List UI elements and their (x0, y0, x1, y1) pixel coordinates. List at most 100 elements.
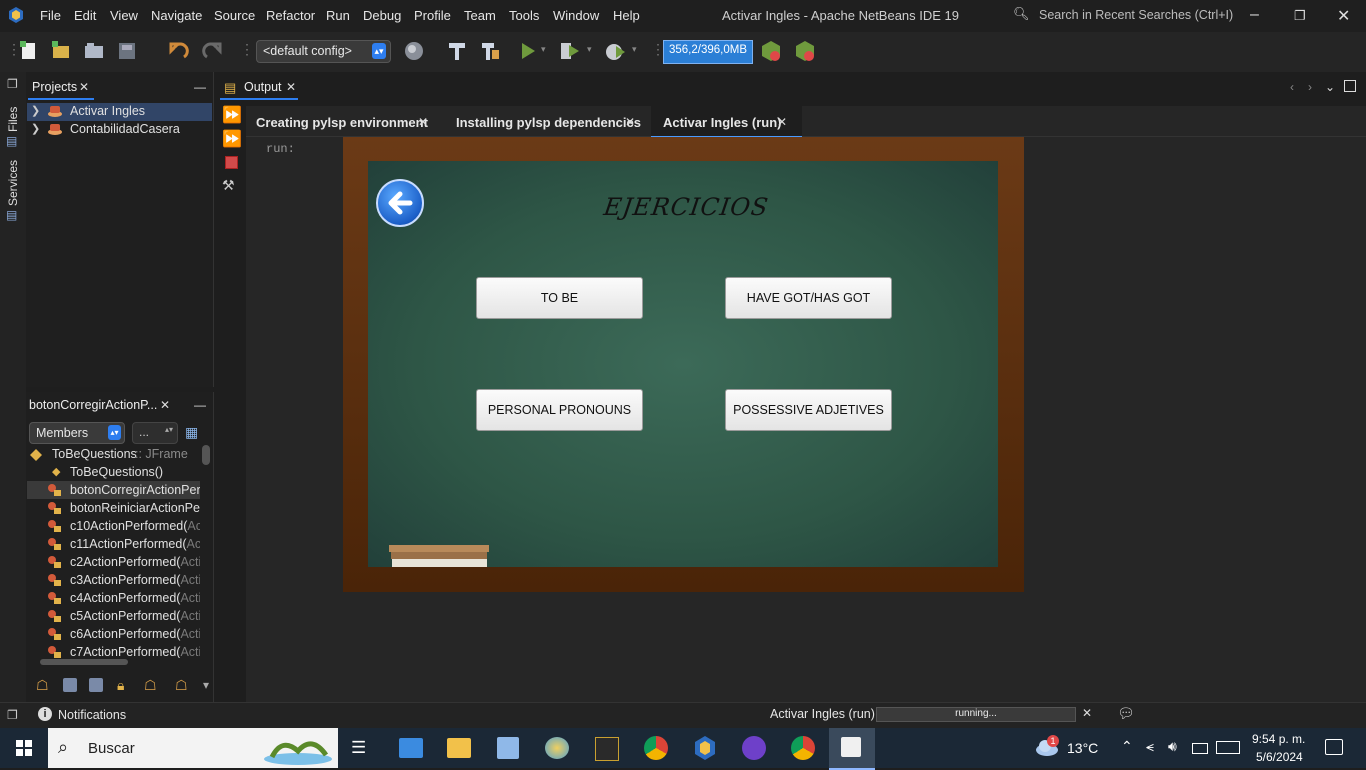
filter-inherited-icon[interactable]: ☖ (36, 677, 49, 694)
menu-tools[interactable]: Tools (509, 8, 539, 23)
navigator-tab[interactable]: botonCorregirActionP... (29, 398, 157, 412)
filter-fields-icon[interactable] (63, 678, 77, 692)
game-star-icon[interactable] (595, 737, 619, 761)
nav-member[interactable]: c3ActionPerformed(Acti (70, 573, 200, 587)
nav-member[interactable]: botonReiniciarActionPer (70, 501, 200, 515)
search-input-placeholder[interactable]: Search in Recent Searches (Ctrl+I) (1039, 8, 1233, 22)
photos-icon[interactable] (497, 737, 519, 759)
rerun-icon[interactable]: ⏩ (222, 105, 242, 125)
windows-start-icon[interactable] (16, 740, 32, 756)
filter-static-icon[interactable] (89, 678, 103, 692)
close-icon[interactable]: ✕ (286, 80, 296, 94)
navigator-horizontal-scrollbar[interactable] (40, 659, 128, 665)
nav-member[interactable]: c7ActionPerformed(Acti (70, 645, 200, 658)
close-icon[interactable]: ✕ (777, 115, 787, 129)
memory-indicator[interactable]: 356,2/396,0MB (663, 40, 753, 64)
project-item-activar-ingles[interactable]: Activar Ingles (70, 104, 145, 122)
minimize-panel-icon[interactable]: — (194, 398, 206, 412)
profile-dropdown-chevron-icon[interactable]: ▾ (632, 44, 637, 55)
nav-member[interactable]: botonCorregirActionPerf (70, 483, 200, 497)
menu-view[interactable]: View (110, 8, 138, 23)
scroll-left-icon[interactable]: ‹ (1290, 80, 1294, 94)
profile-project-icon[interactable] (604, 40, 626, 62)
github-icon[interactable] (742, 736, 766, 760)
debug-dropdown-chevron-icon[interactable]: ▾ (587, 44, 592, 55)
subtab-activar-ingles-run[interactable]: Activar Ingles (run) (663, 115, 781, 130)
close-icon[interactable]: ✕ (1337, 6, 1350, 26)
clock-date[interactable]: 5/6/2024 (1256, 750, 1303, 764)
chrome-icon[interactable] (644, 736, 668, 760)
profiler-snapshot-icon[interactable] (794, 40, 816, 62)
notification-bubble-icon[interactable]: 💬︎ (1117, 705, 1135, 722)
nav-member[interactable]: ToBeQuestions() (70, 465, 200, 479)
filter-private-lock-icon[interactable]: 🔒︎ (117, 677, 124, 694)
nav-member[interactable]: c2ActionPerformed(Acti (70, 555, 200, 569)
chevron-right-icon[interactable]: ❯ (31, 122, 40, 135)
subtab-installing-pylsp[interactable]: Installing pylsp dependencies (456, 115, 641, 130)
menu-navigate[interactable]: Navigate (151, 8, 202, 23)
menu-refactor[interactable]: Refactor (266, 8, 315, 23)
new-file-icon[interactable] (18, 40, 40, 62)
menu-window[interactable]: Window (553, 8, 599, 23)
redo-icon[interactable] (201, 40, 223, 62)
battery-icon[interactable] (1192, 743, 1208, 754)
menu-debug[interactable]: Debug (363, 8, 401, 23)
mail-icon[interactable] (399, 738, 423, 758)
back-button[interactable] (376, 179, 424, 227)
save-all-icon[interactable] (116, 40, 138, 62)
close-icon[interactable]: ✕ (625, 115, 635, 129)
chevron-up-icon[interactable]: ⌃ (1121, 738, 1133, 755)
menu-profile[interactable]: Profile (414, 8, 451, 23)
have-got-button[interactable]: HAVE GOT/HAS GOT (725, 277, 892, 319)
navigator-vertical-scrollbar[interactable] (202, 445, 210, 465)
menu-file[interactable]: File (40, 8, 61, 23)
rerun-with-options-icon[interactable]: ⏩ (222, 129, 242, 149)
open-project-icon[interactable] (83, 40, 105, 62)
cancel-task-close-icon[interactable]: ✕ (1082, 706, 1092, 720)
clock-time[interactable]: 9:54 p. m. (1252, 732, 1305, 746)
nav-member[interactable]: c4ActionPerformed(Acti (70, 591, 200, 605)
close-icon[interactable]: ✕ (160, 398, 170, 412)
files-side-tab[interactable]: Files (6, 107, 20, 132)
settings-wrench-icon[interactable]: ⚒ (222, 177, 235, 194)
clean-build-icon[interactable] (479, 40, 501, 62)
stop-icon[interactable] (225, 156, 238, 169)
volume-icon[interactable]: 🔊︎ (1168, 738, 1177, 755)
project-item-contabilidad[interactable]: ContabilidadCasera (70, 122, 180, 140)
possessive-adjetives-button[interactable]: POSSESSIVE ADJETIVES (725, 389, 892, 431)
gc-icon[interactable] (760, 40, 782, 62)
to-be-button[interactable]: TO BE (476, 277, 643, 319)
menu-team[interactable]: Team (464, 8, 496, 23)
navigator-secondary-select[interactable]: ... ▴▾ (132, 422, 178, 444)
members-filter-select[interactable]: Members ▴▾ (29, 422, 125, 444)
navigator-options-icon[interactable]: ▦ (185, 424, 198, 441)
more-chevron-icon[interactable]: ▾ (203, 678, 209, 692)
nav-member[interactable]: c6ActionPerformed(Acti (70, 627, 200, 641)
maximize-icon[interactable] (1344, 80, 1356, 92)
menu-edit[interactable]: Edit (74, 8, 96, 23)
minimize-panel-icon[interactable]: — (194, 80, 206, 94)
menu-source[interactable]: Source (214, 8, 255, 23)
build-hammer-icon[interactable] (446, 40, 468, 62)
window-mode-icon[interactable]: ❐ (7, 708, 18, 722)
chevron-down-icon[interactable]: ⌄ (1325, 80, 1335, 94)
java-app-taskbar-active[interactable] (829, 728, 875, 770)
task-view-icon[interactable]: ☰ (351, 738, 366, 758)
close-icon[interactable]: ✕ (418, 115, 428, 129)
subtab-creating-pylsp[interactable]: Creating pylsp environment (256, 115, 428, 130)
file-explorer-icon[interactable] (447, 738, 471, 758)
paint-icon[interactable] (545, 737, 569, 759)
close-icon[interactable]: ✕ (79, 80, 89, 94)
chevron-right-icon[interactable]: ❯ (31, 104, 40, 117)
window-mode-icon[interactable]: ❐ (7, 77, 18, 91)
sort-icon[interactable]: ☖ (175, 677, 188, 694)
scroll-right-icon[interactable]: › (1308, 80, 1312, 94)
globe-browser-icon[interactable] (403, 40, 425, 62)
run-project-icon[interactable] (517, 40, 539, 62)
weather-temperature[interactable]: 13°C (1067, 740, 1098, 756)
restore-icon[interactable]: ❐ (1294, 8, 1306, 24)
wifi-icon[interactable]: ⪪ (1146, 738, 1154, 755)
nav-member[interactable]: c11ActionPerformed(Act (70, 537, 200, 551)
menu-help[interactable]: Help (613, 8, 640, 23)
run-dropdown-chevron-icon[interactable]: ▾ (541, 44, 546, 55)
